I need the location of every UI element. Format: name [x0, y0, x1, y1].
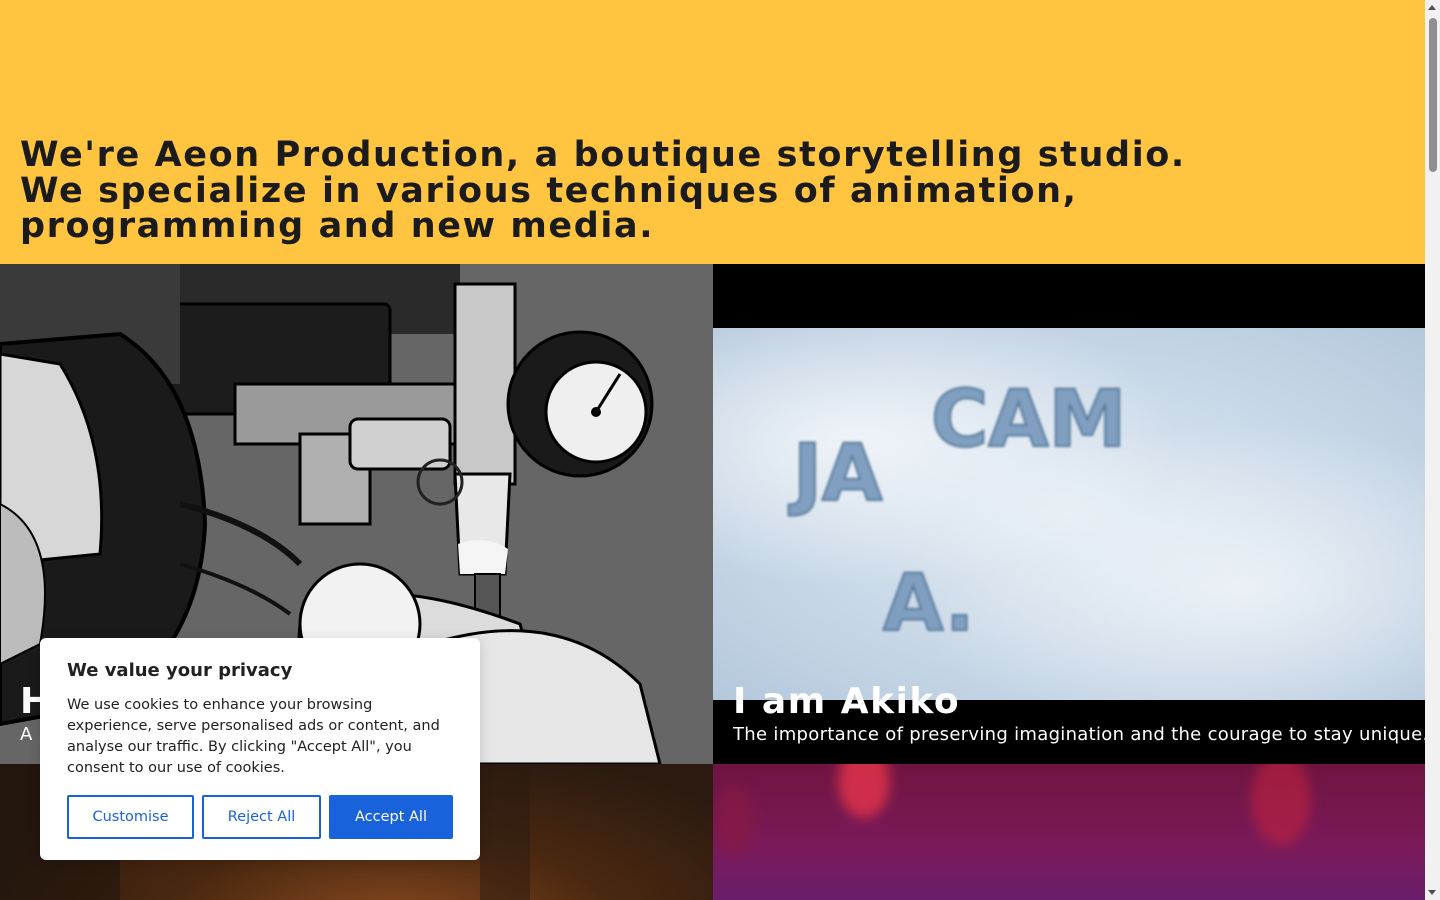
hero-headline: We're Aeon Production, a boutique storyt… [20, 135, 1186, 246]
project-tile-2[interactable]: JA CAM A. I am Akiko The importance of p… [713, 264, 1425, 764]
cookie-description: We use cookies to enhance your browsing … [67, 697, 440, 776]
accept-all-button[interactable]: Accept All [329, 795, 453, 839]
snow-text-a: A. [883, 559, 974, 649]
customise-button[interactable]: Customise [67, 795, 194, 839]
scroll-up-arrow-icon[interactable] [1428, 5, 1436, 10]
vertical-scrollbar[interactable] [1425, 0, 1440, 900]
hero-line-3: programming and new media. [20, 206, 655, 246]
snow-text-cam: CAM [931, 375, 1126, 465]
bokeh-light [1251, 764, 1311, 846]
cookie-title: We value your privacy [67, 660, 293, 681]
cookie-consent-banner: We value your privacy We use cookies to … [40, 638, 480, 860]
project-subtitle: The importance of preserving imagination… [733, 724, 1425, 745]
reject-all-button[interactable]: Reject All [202, 795, 321, 839]
hero-line-1: We're Aeon Production, a boutique storyt… [20, 135, 1186, 175]
scrollbar-thumb[interactable] [1429, 18, 1437, 172]
hero-line-2: We specialize in various techniques of a… [20, 170, 1078, 211]
scroll-down-arrow-icon[interactable] [1428, 890, 1436, 895]
hero-section: We're Aeon Production, a boutique storyt… [0, 0, 1425, 264]
cookie-button-group: Customise Reject All Accept All [67, 795, 453, 839]
project-image-snow: JA CAM A. [713, 328, 1425, 700]
snow-lettering-image: JA CAM A. [787, 374, 1127, 650]
bokeh-light [838, 764, 890, 818]
bokeh-light [715, 784, 755, 854]
snow-text-ja: JA [788, 429, 882, 519]
project-title: I am Akiko [733, 681, 961, 722]
project-caption-2: I am Akiko The importance of preserving … [733, 682, 1425, 748]
page: We're Aeon Production, a boutique storyt… [0, 0, 1425, 900]
project-tile-4[interactable] [713, 764, 1425, 900]
